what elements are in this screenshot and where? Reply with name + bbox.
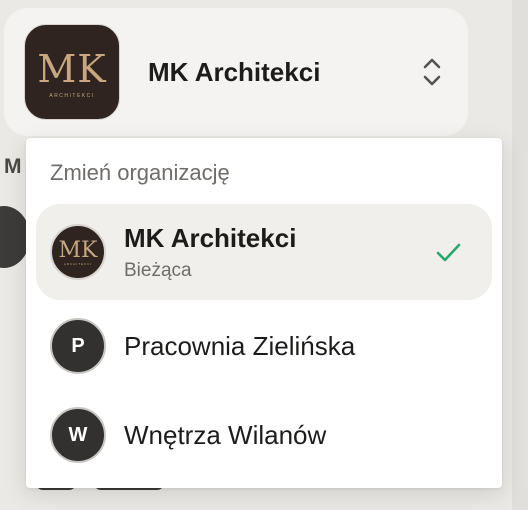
organization-switcher[interactable]: MK ARCHITEKCI MK Architekci [4,8,468,136]
organization-name: MK Architekci [148,56,321,87]
org-avatar: W [50,407,106,463]
org-item-text: Pracownia Zielińska [124,331,492,362]
chevron-up-down-icon [423,58,441,86]
org-item-text: MK Architekci Bieżąca [124,223,434,282]
org-item-wnetrza-wilanow[interactable]: W Wnętrza Wilanów [36,388,492,482]
avatar-logo-mark: MK [58,237,98,263]
logo-mark: MK [37,47,107,91]
org-item-name: Wnętrza Wilanów [124,419,327,450]
page: M MK ARCHITEKCI MK Architekci Zmień orga… [0,0,528,510]
org-item-name: Pracownia Zielińska [124,330,356,361]
org-item-name: MK Architekci [124,222,297,253]
org-logo-avatar: MK ARCHITEKCI [50,224,106,280]
org-avatar: P [50,318,106,374]
org-item-mk-architekci[interactable]: MK ARCHITEKCI MK Architekci Bieżąca [36,204,492,300]
organization-dropdown: Zmień organizację MK ARCHITEKCI MK Archi… [26,138,502,488]
organization-logo: MK ARCHITEKCI [24,24,120,120]
org-item-status: Bieżąca [124,259,192,281]
background-panel [512,0,528,510]
background-section-heading: M [4,155,22,178]
org-item-text: Wnętrza Wilanów [124,420,492,451]
checkmark-icon [436,243,461,262]
avatar-logo-subtext: ARCHITEKCI [63,262,93,266]
dropdown-header: Zmień organizację [50,160,230,185]
org-item-pracownia-zielinska[interactable]: P Pracownia Zielińska [36,299,492,393]
logo-subtext: ARCHITEKCI [49,93,95,99]
